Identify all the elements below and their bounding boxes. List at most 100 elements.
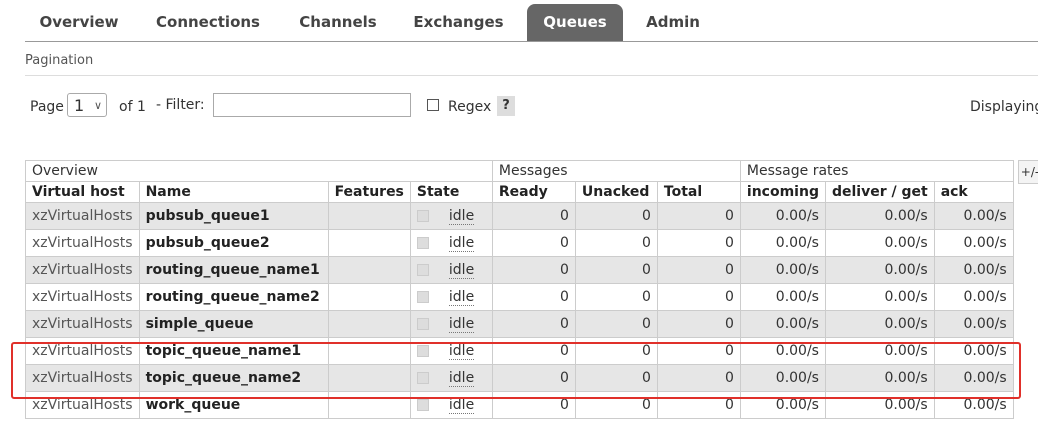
cell-ready: 0 <box>491 337 576 365</box>
tab-channels[interactable]: Channels <box>288 4 388 41</box>
cell-vhost: xzVirtualHosts <box>25 202 140 230</box>
cell-total: 0 <box>656 310 741 338</box>
cell-incoming: 0.00/s <box>739 256 826 284</box>
cell-ready: 0 <box>491 202 576 230</box>
table-row[interactable]: xzVirtualHosts pubsub_queue2 idle 0 0 0 … <box>25 229 1014 257</box>
pagination-section-header[interactable]: Pagination <box>25 53 1038 76</box>
cell-ack: 0.00/s <box>933 283 1014 311</box>
page-select[interactable]: 1 ∨ <box>67 93 107 117</box>
cell-ready: 0 <box>491 283 576 311</box>
tab-connections[interactable]: Connections <box>143 4 273 41</box>
table-row[interactable]: xzVirtualHosts routing_queue_name1 idle … <box>25 256 1014 284</box>
cell-state: idle <box>409 256 493 284</box>
cell-ack: 0.00/s <box>933 391 1014 419</box>
queue-link[interactable]: work_queue <box>138 391 329 419</box>
page-select-value: 1 <box>74 96 85 115</box>
page-label: Page <box>30 99 64 115</box>
chevron-down-icon: ∨ <box>93 99 102 112</box>
table-row[interactable]: xzVirtualHosts topic_queue_name2 idle 0 … <box>25 364 1014 392</box>
group-header-messages: Messages <box>491 160 741 182</box>
cell-incoming: 0.00/s <box>739 391 826 419</box>
cell-state: idle <box>409 229 493 257</box>
queue-link[interactable]: pubsub_queue2 <box>138 229 329 257</box>
state-square-icon <box>416 210 429 222</box>
cell-deliver-get: 0.00/s <box>824 256 935 284</box>
table-row[interactable]: xzVirtualHosts routing_queue_name2 idle … <box>25 283 1014 311</box>
state-label: idle <box>448 316 475 333</box>
col-ack[interactable]: ack <box>933 181 1014 203</box>
state-label: idle <box>448 262 475 279</box>
group-header-message-rates: Message rates <box>739 160 1014 182</box>
state-square-icon <box>416 399 429 411</box>
state-label: idle <box>448 343 475 360</box>
col-incoming[interactable]: incoming <box>739 181 826 203</box>
table-row[interactable]: xzVirtualHosts topic_queue_name1 idle 0 … <box>25 337 1014 365</box>
cell-unacked: 0 <box>574 256 658 284</box>
column-toggle-button[interactable]: +/- <box>1018 160 1038 184</box>
cell-unacked: 0 <box>574 391 658 419</box>
queue-link[interactable]: routing_queue_name1 <box>138 256 329 284</box>
cell-unacked: 0 <box>574 364 658 392</box>
col-virtual-host[interactable]: Virtual host <box>25 181 140 203</box>
cell-vhost: xzVirtualHosts <box>25 283 140 311</box>
cell-incoming: 0.00/s <box>739 337 826 365</box>
tab-queues[interactable]: Queues <box>527 4 623 41</box>
col-name[interactable]: Name <box>138 181 329 203</box>
table-row[interactable]: xzVirtualHosts pubsub_queue1 idle 0 0 0 … <box>25 202 1014 230</box>
tab-admin[interactable]: Admin <box>637 4 709 41</box>
cell-vhost: xzVirtualHosts <box>25 364 140 392</box>
cell-deliver-get: 0.00/s <box>824 202 935 230</box>
queue-link[interactable]: routing_queue_name2 <box>138 283 329 311</box>
filter-input[interactable] <box>213 93 411 117</box>
col-features: Features <box>327 181 411 203</box>
nav-tabs: Overview Connections Channels Exchanges … <box>25 4 1038 42</box>
table-row[interactable]: xzVirtualHosts work_queue idle 0 0 0 0.0… <box>25 391 1014 419</box>
cell-unacked: 0 <box>574 229 658 257</box>
cell-features <box>327 364 411 392</box>
cell-vhost: xzVirtualHosts <box>25 256 140 284</box>
cell-ack: 0.00/s <box>933 337 1014 365</box>
queue-link[interactable]: topic_queue_name1 <box>138 337 329 365</box>
section-title: Pagination <box>25 53 94 68</box>
state-label: idle <box>448 289 475 306</box>
state-square-icon <box>416 237 429 249</box>
cell-features <box>327 310 411 338</box>
cell-vhost: xzVirtualHosts <box>25 310 140 338</box>
cell-deliver-get: 0.00/s <box>824 337 935 365</box>
queue-link[interactable]: simple_queue <box>138 310 329 338</box>
state-label: idle <box>448 235 475 252</box>
cell-state: idle <box>409 202 493 230</box>
cell-ready: 0 <box>491 391 576 419</box>
help-button[interactable]: ? <box>497 96 515 116</box>
cell-vhost: xzVirtualHosts <box>25 229 140 257</box>
cell-vhost: xzVirtualHosts <box>25 337 140 365</box>
cell-total: 0 <box>656 364 741 392</box>
state-label: idle <box>448 370 475 387</box>
queues-table: Overview Messages Message rates Virtual … <box>25 160 1014 419</box>
cell-features <box>327 337 411 365</box>
regex-checkbox[interactable] <box>427 99 439 111</box>
queue-link[interactable]: topic_queue_name2 <box>138 364 329 392</box>
cell-deliver-get: 0.00/s <box>824 229 935 257</box>
filter-label: - Filter: <box>156 97 205 113</box>
page-count: of 1 <box>119 99 146 115</box>
cell-deliver-get: 0.00/s <box>824 283 935 311</box>
cell-state: idle <box>409 364 493 392</box>
cell-unacked: 0 <box>574 310 658 338</box>
col-state[interactable]: State <box>409 181 493 203</box>
state-square-icon <box>416 372 429 384</box>
cell-ack: 0.00/s <box>933 229 1014 257</box>
state-square-icon <box>416 291 429 303</box>
queue-link[interactable]: pubsub_queue1 <box>138 202 329 230</box>
cell-ack: 0.00/s <box>933 310 1014 338</box>
col-deliver-get[interactable]: deliver / get <box>824 181 935 203</box>
cell-unacked: 0 <box>574 337 658 365</box>
tab-exchanges[interactable]: Exchanges <box>401 4 516 41</box>
table-row[interactable]: xzVirtualHosts simple_queue idle 0 0 0 0… <box>25 310 1014 338</box>
col-unacked[interactable]: Unacked <box>574 181 658 203</box>
col-total[interactable]: Total <box>656 181 741 203</box>
cell-ready: 0 <box>491 229 576 257</box>
tab-overview[interactable]: Overview <box>25 4 133 41</box>
cell-vhost: xzVirtualHosts <box>25 391 140 419</box>
col-ready[interactable]: Ready <box>491 181 576 203</box>
